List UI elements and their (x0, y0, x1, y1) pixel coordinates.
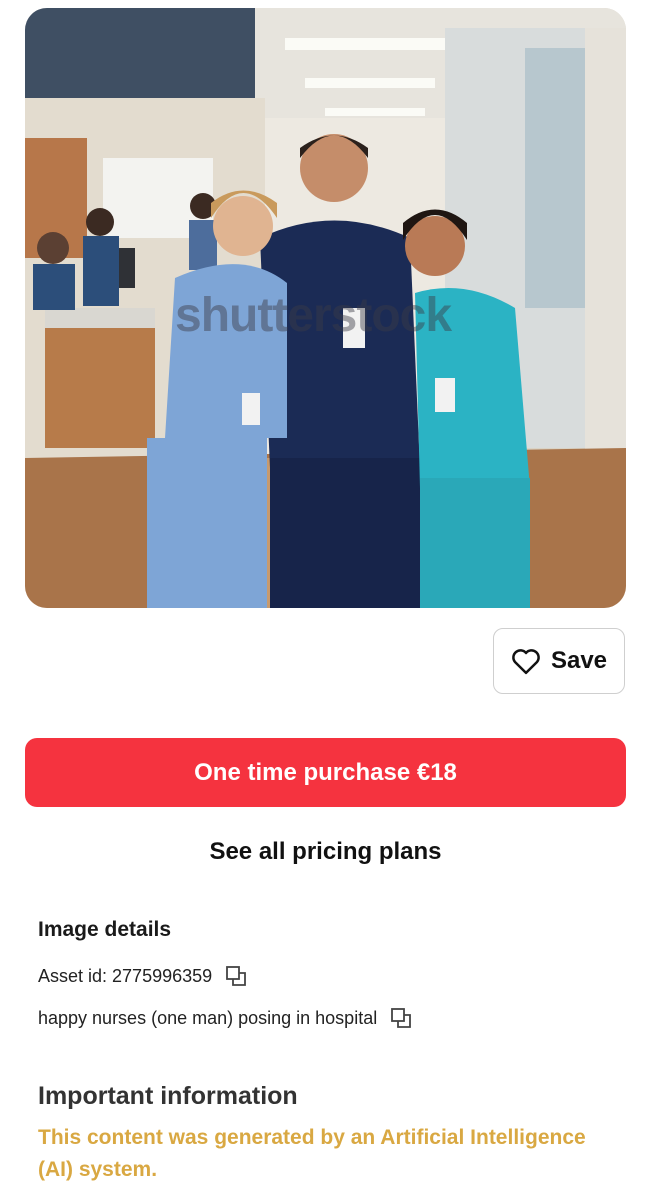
see-pricing-plans-link[interactable]: See all pricing plans (0, 838, 651, 866)
save-button[interactable]: Save (493, 628, 625, 694)
description-row: happy nurses (one man) posing in hospita… (38, 1006, 413, 1030)
save-button-label: Save (550, 647, 608, 674)
image-details-heading: Image details (38, 918, 172, 941)
one-time-purchase-button[interactable]: One time purchase €18 (25, 738, 626, 807)
asset-id-row: Asset id: 2775996359 (38, 964, 248, 988)
watermark-text: shutterstock (175, 289, 452, 342)
stock-photo[interactable]: shutterstock (25, 8, 626, 608)
asset-id-text: Asset id: 2775996359 (38, 965, 213, 986)
important-information-heading: Important information (38, 1082, 298, 1110)
heart-icon (512, 649, 540, 675)
copy-icon[interactable] (224, 964, 248, 988)
image-description-text: happy nurses (one man) posing in hospita… (38, 1007, 378, 1028)
purchase-button-label: One time purchase €18 (194, 758, 457, 786)
ai-generated-notice: This content was generated by an Artific… (38, 1126, 586, 1181)
copy-icon[interactable] (389, 1006, 413, 1030)
